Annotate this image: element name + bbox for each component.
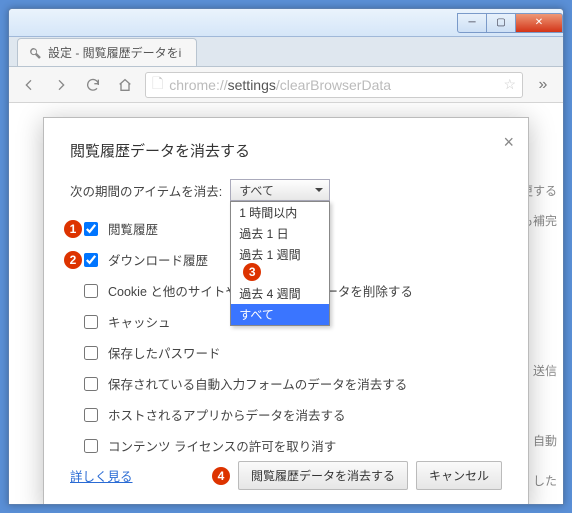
cancel-button[interactable]: キャンセル <box>416 461 502 490</box>
wrench-icon <box>28 46 42 60</box>
browser-window: ─ ▢ ✕ 設定 - 閲覧履歴データをi 🗋 chrome://settings… <box>8 8 564 505</box>
titlebar: ─ ▢ ✕ <box>9 9 563 37</box>
checkbox-input[interactable] <box>84 408 98 422</box>
tab-title: 設定 - 閲覧履歴データをi <box>48 44 181 61</box>
checkbox-row: ホストされるアプリからデータを消去する <box>70 399 502 430</box>
dropdown-option[interactable]: 過去 1 日 <box>231 223 329 244</box>
period-dropdown: 1 時間以内 過去 1 日 過去 1 週間 3 過去 4 週間 すべて <box>230 201 330 326</box>
period-label: 次の期間のアイテムを消去: <box>70 181 222 200</box>
checkbox-input[interactable] <box>84 253 98 267</box>
checkbox-label: コンテンツ ライセンスの許可を取り消す <box>108 436 336 455</box>
url-scheme: chrome:// <box>169 77 227 93</box>
annotation-badge-3: 3 <box>243 263 261 281</box>
annotation-badge-2: 2 <box>64 251 82 269</box>
learn-more-link[interactable]: 詳しく見る <box>70 466 133 485</box>
bookmark-star-icon[interactable]: ☆ <box>503 76 516 93</box>
period-row: 次の期間のアイテムを消去: すべて 1 時間以内 過去 1 日 過去 1 週間 … <box>70 179 502 201</box>
checkbox-row: 保存したパスワード <box>70 337 502 368</box>
home-button[interactable] <box>113 73 137 97</box>
dialog-close-icon[interactable]: × <box>503 132 514 153</box>
reload-button[interactable] <box>81 73 105 97</box>
checkbox-label: キャッシュ <box>108 312 171 331</box>
bg-text: した <box>533 463 557 499</box>
checkbox-input[interactable] <box>84 377 98 391</box>
dropdown-option[interactable]: 1 時間以内 <box>231 202 329 223</box>
nav-toolbar: 🗋 chrome://settings/clearBrowserData ☆ » <box>9 67 563 103</box>
checkbox-input[interactable] <box>84 346 98 360</box>
url-path: /clearBrowserData <box>276 77 391 93</box>
checkbox-label: 閲覧履歴 <box>108 219 158 238</box>
clear-data-dialog: × 閲覧履歴データを消去する 次の期間のアイテムを消去: すべて 1 時間以内 … <box>43 117 529 504</box>
forward-button[interactable] <box>49 73 73 97</box>
checkbox-input[interactable] <box>84 439 98 453</box>
globe-icon: 🗋 <box>152 73 163 97</box>
dialog-title: 閲覧履歴データを消去する <box>70 140 502 161</box>
window-controls: ─ ▢ ✕ <box>458 13 563 33</box>
checkbox-input[interactable] <box>84 222 98 236</box>
clear-data-button[interactable]: 閲覧履歴データを消去する <box>238 461 408 490</box>
annotation-badge-4: 4 <box>212 467 230 485</box>
back-button[interactable] <box>17 73 41 97</box>
browser-tab[interactable]: 設定 - 閲覧履歴データをi <box>17 38 197 66</box>
checkbox-input[interactable] <box>84 284 98 298</box>
tab-strip: 設定 - 閲覧履歴データをi <box>9 37 563 67</box>
dropdown-option[interactable]: 過去 1 週間 3 <box>231 244 329 283</box>
checkbox-label: 保存されている自動入力フォームのデータを消去する <box>108 374 407 393</box>
dropdown-option-selected[interactable]: すべて <box>231 304 329 325</box>
select-box[interactable]: すべて <box>230 179 330 201</box>
url-host: settings <box>228 77 276 93</box>
bg-text: 自動 <box>533 423 557 459</box>
checkbox-label: ホストされるアプリからデータを消去する <box>108 405 346 424</box>
close-button[interactable]: ✕ <box>515 13 563 33</box>
minimize-button[interactable]: ─ <box>457 13 487 33</box>
annotation-badge-1: 1 <box>64 220 82 238</box>
checkbox-label: ダウンロード履歴 <box>108 250 208 269</box>
dialog-footer: 詳しく見る 4 閲覧履歴データを消去する キャンセル <box>70 461 502 490</box>
dropdown-option[interactable]: 過去 4 週間 <box>231 283 329 304</box>
overflow-button[interactable]: » <box>531 73 555 97</box>
omnibox[interactable]: 🗋 chrome://settings/clearBrowserData ☆ <box>145 72 523 98</box>
page-content: 更する も補完 送信 自動 した × 閲覧履歴データを消去する 次の期間のアイテ… <box>9 103 563 504</box>
checkbox-input[interactable] <box>84 315 98 329</box>
maximize-button[interactable]: ▢ <box>486 13 516 33</box>
checkbox-label: 保存したパスワード <box>108 343 221 362</box>
bg-text: 送信 <box>533 353 557 389</box>
checkbox-row: 保存されている自動入力フォームのデータを消去する <box>70 368 502 399</box>
checkbox-row: コンテンツ ライセンスの許可を取り消す <box>70 430 502 461</box>
period-select[interactable]: すべて 1 時間以内 過去 1 日 過去 1 週間 3 過去 4 週間 すべて <box>230 179 330 201</box>
